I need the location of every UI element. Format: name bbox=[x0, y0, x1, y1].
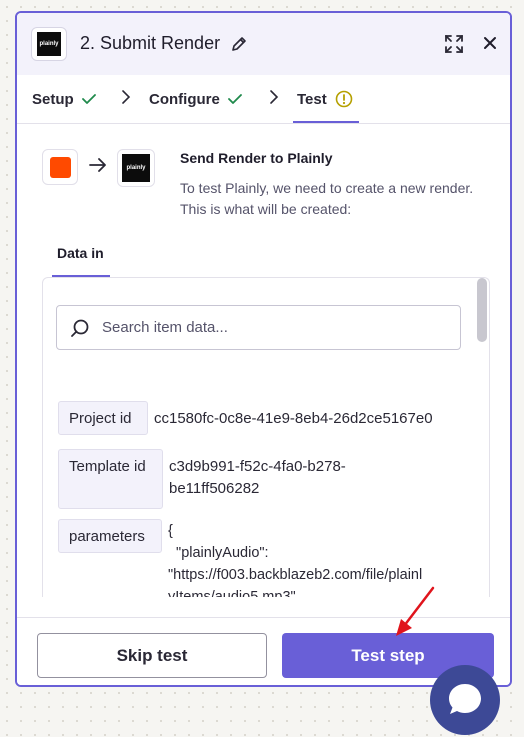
tab-setup[interactable]: Setup bbox=[32, 75, 96, 123]
info-description: To test Plainly, we need to create a new… bbox=[180, 180, 474, 217]
chevron-right-icon bbox=[270, 90, 279, 104]
tab-test[interactable]: Test bbox=[297, 75, 353, 123]
expand-icon[interactable] bbox=[444, 34, 464, 54]
tab-data-in[interactable]: Data in bbox=[57, 245, 104, 261]
step-tabs: Setup Configure Test bbox=[17, 75, 510, 124]
arrow-right-icon bbox=[89, 158, 106, 172]
warning-icon bbox=[335, 90, 353, 108]
scrollbar[interactable] bbox=[475, 278, 489, 597]
chat-bubble-icon bbox=[449, 684, 481, 714]
source-app-icon bbox=[42, 149, 78, 185]
pencil-icon[interactable] bbox=[231, 36, 247, 52]
field-key: Template id bbox=[58, 449, 163, 509]
active-tab-indicator bbox=[293, 121, 359, 123]
data-row: Project id cc1580fc-0c8e-41e9-8eb4-26d2c… bbox=[58, 401, 433, 435]
tab-setup-label: Setup bbox=[32, 90, 74, 108]
field-key: parameters bbox=[58, 519, 162, 553]
data-row: Template id c3d9b991-f52c-4fa0-b278-be11… bbox=[58, 449, 379, 509]
panel-header: plainly 2. Submit Render bbox=[17, 13, 510, 75]
field-key: Project id bbox=[58, 401, 148, 435]
scrollbar-thumb[interactable] bbox=[477, 278, 487, 342]
step-title: 2. Submit Render bbox=[80, 33, 221, 53]
search-placeholder: Search item data... bbox=[102, 319, 228, 336]
field-value: c3d9b991-f52c-4fa0-b278-be11ff506282 bbox=[169, 458, 346, 497]
plainly-logo-text: plainly bbox=[37, 32, 61, 56]
plainly-app-logo: plainly bbox=[31, 27, 67, 61]
plainly-logo-text: plainly bbox=[122, 154, 150, 182]
search-icon bbox=[71, 319, 89, 337]
check-icon bbox=[227, 94, 242, 104]
tab-test-label: Test bbox=[297, 90, 327, 108]
skip-test-button[interactable]: Skip test bbox=[37, 633, 267, 678]
chevron-right-icon bbox=[122, 90, 131, 104]
info-title: Send Render to Plainly bbox=[180, 150, 333, 166]
annotation-arrow-icon bbox=[396, 586, 435, 636]
data-in-panel: Search item data... Project id cc1580fc-… bbox=[42, 277, 490, 597]
tab-configure[interactable]: Configure bbox=[149, 75, 242, 123]
tab-configure-label: Configure bbox=[149, 90, 220, 108]
close-icon[interactable] bbox=[482, 35, 498, 51]
check-icon bbox=[81, 94, 96, 104]
field-value: cc1580fc-0c8e-41e9-8eb4-26d2ce5167e0 bbox=[154, 410, 433, 427]
chat-button[interactable] bbox=[430, 665, 500, 735]
plainly-app-icon: plainly bbox=[117, 149, 155, 187]
search-input[interactable]: Search item data... bbox=[56, 305, 461, 350]
